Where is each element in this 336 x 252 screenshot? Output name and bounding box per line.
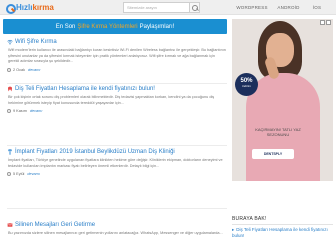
nav-ios[interactable]: İOS bbox=[306, 0, 328, 15]
clock-icon bbox=[7, 67, 11, 72]
clock-icon bbox=[7, 172, 11, 176]
post-excerpt: Bu yazımızda sizlere silinen mesajlarını… bbox=[8, 231, 223, 235]
logo-text-b: kırma bbox=[32, 3, 54, 12]
headline-banner: En Son Şifre Kırma Yöntemleri Paylaşımla… bbox=[3, 19, 227, 34]
top-bar: Hızlı kırma WORDPRESS ANDROİD İOS bbox=[0, 0, 336, 15]
nav-wordpress[interactable]: WORDPRESS bbox=[232, 0, 272, 15]
logo-text-a: Hızlı bbox=[16, 3, 33, 12]
banner-prefix: En Son bbox=[55, 23, 76, 30]
nav-android[interactable]: ANDROİD bbox=[274, 0, 303, 15]
ad-discount-label: indirim bbox=[242, 84, 251, 88]
post-item: İmplant Fiyatları 2019 İstanbul Beylikdü… bbox=[7, 149, 227, 176]
implant-icon bbox=[8, 149, 12, 155]
advertisement[interactable]: 50% indirim KAÇIRMAYIN! TATLI YAZ SEZONU… bbox=[232, 19, 333, 181]
post-title-link[interactable]: İmplant Fiyatları 2019 İstanbul Beylikdü… bbox=[7, 149, 227, 155]
clock-icon bbox=[7, 109, 11, 113]
ad-choices[interactable] bbox=[320, 20, 331, 25]
post-date: 5 Eylül bbox=[13, 172, 25, 176]
ad-discount-badge: 50% indirim bbox=[235, 73, 258, 96]
read-more-link[interactable]: devamı bbox=[27, 172, 39, 176]
logo-mark-icon bbox=[5, 3, 16, 14]
post-meta: 5 Eylül devamı bbox=[7, 172, 227, 176]
post-item: Silinen Mesajları Geri Getirme Bu yazımı… bbox=[7, 222, 227, 237]
post-title-link[interactable]: Wifi Şifre Kırma bbox=[7, 39, 227, 45]
post-title-link[interactable]: Silinen Mesajları Geri Getirme bbox=[7, 222, 227, 228]
divider bbox=[7, 208, 227, 209]
post-title: İmplant Fiyatları 2019 İstanbul Beylikdü… bbox=[15, 149, 175, 155]
post-date: 9 Kasım bbox=[13, 109, 27, 113]
post-date: 2 Ocak bbox=[13, 67, 26, 72]
sidebar-title: BURAYA BAK! bbox=[232, 216, 267, 222]
post-title: Diş Teli Fiyatları Hesaplama ile kendi f… bbox=[15, 86, 155, 92]
post-title: Silinen Mesajları Geri Getirme bbox=[15, 222, 96, 228]
post-title: Wifi Şifre Kırma bbox=[15, 39, 57, 45]
post-item: Diş Teli Fiyatları Hesaplama ile kendi f… bbox=[7, 86, 227, 113]
read-more-link[interactable]: devamı bbox=[28, 68, 40, 72]
site-logo[interactable]: Hızlı kırma bbox=[5, 1, 54, 14]
search-button[interactable] bbox=[189, 2, 200, 13]
search-input[interactable] bbox=[123, 2, 190, 13]
read-more-link[interactable]: devamı bbox=[30, 109, 42, 113]
ad-close-icon[interactable] bbox=[326, 20, 331, 25]
sidebar-link[interactable]: Diş Teli Fiyatları Hesaplama ile kendi f… bbox=[232, 227, 333, 239]
post-excerpt: Bir çok kişinin ortak sorunu diş problem… bbox=[8, 95, 215, 105]
banner-highlight[interactable]: Şifre Kırma Yöntemleri bbox=[77, 24, 137, 30]
post-meta: 2 Ocak devamı bbox=[7, 67, 227, 72]
divider bbox=[7, 83, 227, 84]
banner-suffix: Paylaşımları! bbox=[139, 23, 175, 30]
ad-headline: KAÇIRMAYIN! TATLI YAZ SEZONUNU bbox=[255, 127, 301, 137]
post-meta: 9 Kasım devamı bbox=[7, 109, 227, 113]
post-excerpt: Wifi modem'lerin kullanıcı ile arasındak… bbox=[8, 48, 226, 63]
wifi-icon bbox=[7, 39, 13, 45]
ad-brand-logo: DENTSPLY bbox=[252, 149, 294, 159]
message-icon bbox=[7, 223, 13, 227]
post-excerpt: İmplant fiyatları, Türkiye genelinde uyg… bbox=[8, 158, 223, 168]
post-item: Wifi Şifre Kırma Wifi modem'lerin kullan… bbox=[7, 39, 227, 72]
post-title-link[interactable]: Diş Teli Fiyatları Hesaplama ile kendi f… bbox=[7, 86, 227, 92]
divider bbox=[7, 145, 227, 146]
ad-info-icon[interactable] bbox=[320, 20, 325, 25]
sidebar-divider bbox=[232, 224, 333, 225]
tooth-icon bbox=[8, 86, 12, 92]
